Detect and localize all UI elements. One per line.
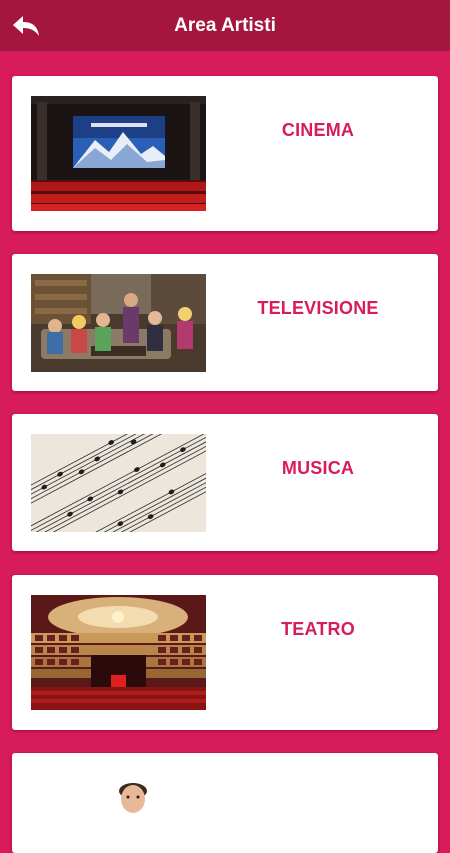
sheet-music-image [31, 434, 206, 532]
tv-show-cast-image [31, 274, 206, 372]
app-bar: Area Artisti [0, 0, 450, 52]
category-card-televisione[interactable]: TELEVISIONE [12, 254, 438, 391]
category-label: CINEMA [281, 120, 355, 140]
cinema-theater-image [31, 96, 206, 211]
opera-house-image [31, 595, 206, 710]
category-card-partial[interactable] [12, 753, 438, 853]
category-card-cinema[interactable]: CINEMA [12, 76, 438, 231]
category-label: TELEVISIONE [257, 298, 379, 318]
actor-portrait-image [31, 771, 206, 853]
category-label: TEATRO [281, 619, 355, 639]
category-card-musica[interactable]: MUSICA [12, 414, 438, 551]
page-title: Area Artisti [174, 15, 276, 36]
category-label: MUSICA [281, 458, 355, 478]
category-card-teatro[interactable]: TEATRO [12, 575, 438, 730]
